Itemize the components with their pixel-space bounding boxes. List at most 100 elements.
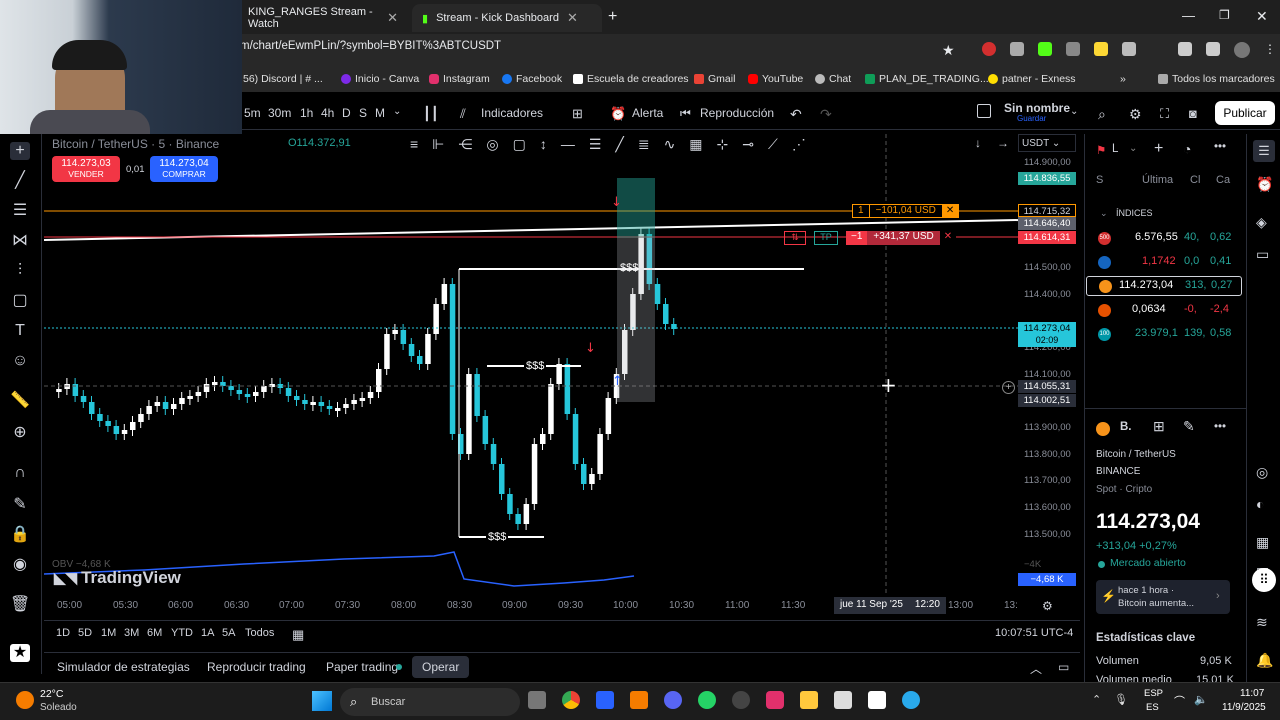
interval-4h[interactable]: 4h xyxy=(321,106,334,120)
close-icon[interactable]: ✕ xyxy=(941,205,959,217)
bookmark-plan[interactable]: PLAN_DE_TRADING... xyxy=(865,73,989,85)
more-icon[interactable]: ••• xyxy=(1214,421,1226,433)
publish-button[interactable]: Publicar xyxy=(1215,101,1275,125)
chat-icon[interactable]: ▭ xyxy=(1256,246,1269,263)
col-symbol[interactable]: S xyxy=(1096,174,1103,186)
weather-temp[interactable]: 22°C xyxy=(40,688,63,700)
interval-5m[interactable]: 5m xyxy=(244,106,261,120)
range-6m[interactable]: 6M xyxy=(147,627,162,639)
shape-icon[interactable]: ▢ xyxy=(10,292,30,310)
watchlist-icon[interactable]: ☰ xyxy=(1253,140,1275,162)
exness-icon[interactable] xyxy=(630,691,648,709)
volume-icon[interactable]: 🔈 xyxy=(1194,693,1208,706)
tool-icon[interactable]: ⋲ xyxy=(458,136,472,158)
edit-icon[interactable]: ✎ xyxy=(1183,418,1195,435)
tradingview-icon[interactable] xyxy=(596,691,614,709)
extension-icon[interactable] xyxy=(1010,42,1024,56)
chevron-down-icon[interactable]: ⌄ xyxy=(1070,106,1078,117)
layers-icon[interactable]: ◈ xyxy=(1256,214,1267,231)
tool-icon[interactable]: ⊸ xyxy=(742,136,754,158)
close-window-button[interactable]: ✕ xyxy=(1256,8,1268,25)
chevron-down-icon[interactable]: ⌄ xyxy=(1129,143,1137,154)
weather-icon[interactable] xyxy=(16,691,34,709)
range-1y[interactable]: 1A xyxy=(201,627,214,639)
arrow-down-icon[interactable]: ↓ xyxy=(975,136,981,150)
pattern-icon[interactable]: ⋈ xyxy=(10,232,30,250)
ruler-icon[interactable]: 📏 xyxy=(10,392,30,410)
instagram-icon[interactable] xyxy=(766,691,784,709)
maximize-button[interactable]: ❐ xyxy=(1219,8,1230,22)
gear-icon[interactable]: ⚙ xyxy=(1129,106,1142,123)
undo-icon[interactable]: ↶ xyxy=(790,106,802,123)
zoom-icon[interactable]: ⊕ xyxy=(10,424,30,442)
puzzle-icon[interactable] xyxy=(1122,42,1136,56)
layout-icon[interactable] xyxy=(977,104,991,118)
bookmark-gmail[interactable]: Gmail xyxy=(694,73,735,85)
extension-icon[interactable] xyxy=(1038,42,1052,56)
tool-icon[interactable]: ⊩ xyxy=(432,136,444,158)
bell-icon[interactable]: 🔔 xyxy=(1256,652,1273,669)
extension-icon[interactable] xyxy=(1066,42,1080,56)
calendar-icon[interactable]: ▦ xyxy=(292,627,304,643)
tool-icon[interactable]: ↕ xyxy=(540,136,547,158)
buy-button[interactable]: 114.273,04 COMPRAR xyxy=(150,156,218,182)
pencil-lock-icon[interactable]: ✎ xyxy=(10,496,30,514)
interval-d[interactable]: D xyxy=(342,106,351,120)
watchlist-row[interactable]: 1,1742 0,0 0,41 xyxy=(1086,252,1242,272)
bookmark-youtube[interactable]: YouTube xyxy=(748,73,803,85)
lock-icon[interactable]: 🔒 xyxy=(10,526,30,544)
clock-date[interactable]: 11/9/2025 xyxy=(1222,702,1266,713)
chevron-down-icon[interactable]: ⌄ xyxy=(1100,208,1108,219)
stream-icon[interactable]: ≋ xyxy=(1256,614,1268,631)
tradingview-logo[interactable]: ◣◥ TradingView xyxy=(54,568,181,588)
star-icon[interactable]: ★ xyxy=(10,644,30,662)
arrow-right-icon[interactable]: → xyxy=(997,136,1009,150)
interval-m[interactable]: M xyxy=(375,106,385,120)
extension-icon[interactable] xyxy=(1094,42,1108,56)
crosshair-icon[interactable]: + xyxy=(10,142,30,160)
range-ytd[interactable]: YTD xyxy=(171,627,193,639)
eye-icon[interactable]: ◉ xyxy=(10,556,30,574)
download-icon[interactable] xyxy=(1178,42,1192,56)
camera-icon[interactable]: ◙ xyxy=(1189,106,1197,121)
limit-order-tag[interactable]: 1 −101,04 USD ✕ xyxy=(852,204,960,218)
text-icon[interactable]: T xyxy=(10,322,30,340)
position-tag[interactable]: −1 +341,37 USD ✕ xyxy=(846,231,957,245)
tool-icon[interactable]: ☰ xyxy=(589,136,602,158)
tool-icon[interactable]: — xyxy=(561,136,575,158)
tool-icon[interactable]: ▦ xyxy=(689,136,702,158)
section-indices[interactable]: ÍNDICES xyxy=(1116,208,1153,218)
currency-select[interactable]: USDT ⌄ xyxy=(1018,134,1076,152)
projection-icon[interactable]: ⫶ xyxy=(10,262,30,280)
more-icon[interactable]: ••• xyxy=(1214,141,1226,153)
range-1m[interactable]: 1M xyxy=(101,627,116,639)
symbol-title[interactable]: Bitcoin / TetherUS · 5 · Binance xyxy=(52,137,219,151)
range-3m[interactable]: 3M xyxy=(124,627,139,639)
alarm-icon[interactable]: ⏰ xyxy=(1256,176,1273,193)
tool-icon[interactable]: ≣ xyxy=(638,136,650,158)
tab-kick-watch[interactable]: KING_RANGES Stream - Watch ✕ xyxy=(238,4,408,32)
watchlist-row[interactable]: 0,0634 -0, -2,4 xyxy=(1086,300,1242,320)
new-tab-button[interactable]: + xyxy=(608,8,617,26)
col-change[interactable]: Cl xyxy=(1190,174,1200,186)
indicators-button[interactable]: Indicadores xyxy=(481,106,543,120)
tool-icon[interactable]: ⊹ xyxy=(717,136,729,158)
telegram-icon[interactable] xyxy=(902,691,920,709)
bookmark-facebook[interactable]: Facebook xyxy=(502,73,562,85)
pulse-icon[interactable]: ◐ xyxy=(1256,496,1264,512)
settings-icon[interactable] xyxy=(1206,42,1220,56)
tab-strategy-tester[interactable]: Simulador de estrategias xyxy=(57,660,190,674)
obs-icon[interactable] xyxy=(732,691,750,709)
avatar[interactable] xyxy=(1234,42,1250,58)
notion-icon[interactable] xyxy=(868,691,886,709)
magnet-icon[interactable]: ∩ xyxy=(10,464,30,482)
candles-icon[interactable]: ┃┃ xyxy=(423,106,439,122)
tool-icon[interactable]: ╱ xyxy=(615,136,623,158)
range-5y[interactable]: 5A xyxy=(222,627,235,639)
watchlist-title[interactable]: L xyxy=(1112,143,1118,155)
close-icon[interactable]: ✕ xyxy=(387,10,398,26)
bookmark-chat[interactable]: Chat xyxy=(815,73,851,85)
lang2[interactable]: ES xyxy=(1146,702,1159,713)
news-card[interactable]: ⚡ hace 1 hora · Bitcoin aumenta... › xyxy=(1096,580,1230,614)
watchlist-row[interactable]: 100 23.979,1 139, 0,58 xyxy=(1086,324,1242,344)
